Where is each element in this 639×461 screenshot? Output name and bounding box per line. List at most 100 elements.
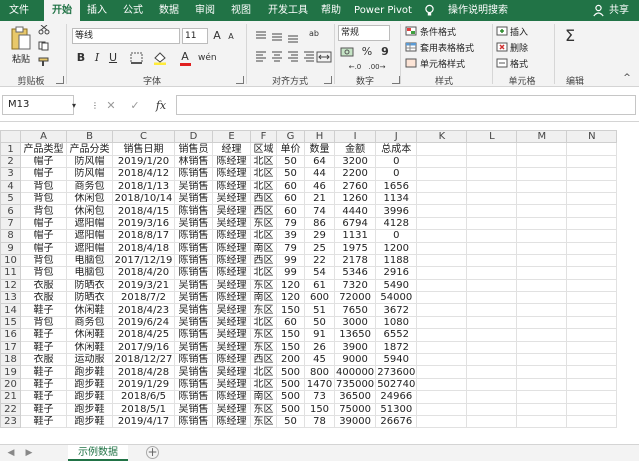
cell[interactable]: 帽子 — [20, 167, 67, 181]
cell[interactable] — [516, 179, 568, 193]
cell[interactable]: 陈销售 — [174, 377, 213, 392]
cell[interactable]: 东区 — [250, 278, 277, 293]
cell[interactable]: 78 — [304, 414, 335, 429]
cell[interactable]: 50 — [304, 315, 335, 330]
cell[interactable]: 产品类型 — [20, 142, 67, 156]
cell[interactable] — [466, 377, 518, 392]
cell[interactable] — [466, 241, 518, 255]
format-cells-button[interactable]: 格式 — [510, 57, 528, 70]
row-header[interactable]: 18 — [0, 353, 21, 367]
insert-function-button[interactable]: fx — [152, 99, 170, 113]
cell[interactable]: 44 — [304, 167, 335, 181]
cell[interactable] — [516, 191, 568, 206]
cell[interactable]: 150 — [276, 303, 305, 317]
number-launcher[interactable] — [392, 76, 400, 84]
tab-home[interactable]: 开始 — [44, 0, 80, 21]
cell[interactable]: 东区 — [250, 303, 277, 317]
cell[interactable] — [516, 402, 568, 417]
cell[interactable]: 29 — [304, 229, 335, 243]
cell[interactable]: 遮阳帽 — [66, 229, 113, 243]
row-header[interactable]: 13 — [0, 291, 21, 305]
cell[interactable]: 2018/1/13 — [112, 179, 175, 193]
cell[interactable] — [466, 328, 518, 342]
cell[interactable]: 鞋子 — [20, 414, 67, 429]
cell[interactable] — [516, 303, 568, 317]
cell[interactable]: 跑步鞋 — [66, 402, 113, 417]
cell[interactable]: 陈销售 — [174, 167, 213, 181]
row-header[interactable]: 14 — [0, 303, 21, 317]
cell[interactable]: 60 — [276, 204, 305, 218]
cell[interactable] — [416, 216, 468, 231]
cell[interactable]: 鞋子 — [20, 365, 67, 379]
cell[interactable]: 72000 — [333, 291, 377, 305]
cell[interactable]: 2017/12/19 — [112, 253, 175, 268]
underline-button[interactable]: U — [106, 51, 120, 65]
column-header[interactable]: N — [566, 130, 618, 144]
cell[interactable]: 陈经理 — [212, 179, 251, 193]
select-all-corner[interactable] — [0, 130, 21, 144]
collapse-ribbon-button[interactable]: ^ — [620, 71, 634, 85]
cell[interactable]: 800 — [304, 365, 335, 379]
cell[interactable] — [516, 266, 568, 280]
cell[interactable]: 2018/8/17 — [112, 229, 175, 243]
cell[interactable]: 6552 — [375, 328, 418, 342]
cell[interactable]: 500 — [276, 402, 305, 417]
cell[interactable] — [416, 142, 468, 156]
column-header[interactable]: E — [212, 130, 251, 144]
cell[interactable]: 4440 — [333, 204, 377, 218]
cell[interactable]: 西区 — [250, 253, 277, 268]
row-header[interactable]: 21 — [0, 390, 21, 404]
row-header[interactable]: 2 — [0, 154, 21, 169]
cell[interactable]: 39 — [276, 229, 305, 243]
cut-icon[interactable] — [38, 25, 50, 35]
clipboard-launcher[interactable] — [56, 76, 64, 84]
font-color-button[interactable]: A — [178, 50, 192, 64]
cell[interactable]: 鞋子 — [20, 340, 67, 355]
cell[interactable] — [416, 179, 468, 193]
name-box[interactable]: M13 — [2, 95, 74, 115]
cell[interactable] — [466, 353, 518, 367]
cell[interactable]: 吴经理 — [212, 328, 251, 342]
cell[interactable]: 2018/6/5 — [112, 390, 175, 404]
row-header[interactable]: 16 — [0, 328, 21, 342]
cell[interactable] — [416, 204, 468, 218]
cell[interactable]: 吴经理 — [212, 216, 251, 231]
borders-icon[interactable] — [130, 52, 144, 64]
cell[interactable] — [466, 229, 518, 243]
cell[interactable]: 2019/3/16 — [112, 216, 175, 231]
cell[interactable]: 吴销售 — [174, 365, 213, 379]
cell[interactable]: 2017/9/16 — [112, 340, 175, 355]
formula-input[interactable] — [176, 95, 636, 115]
cell[interactable]: 0 — [375, 167, 418, 181]
cell[interactable]: 西区 — [250, 204, 277, 218]
cell[interactable] — [416, 365, 468, 379]
column-header[interactable]: B — [66, 130, 113, 144]
cell[interactable]: 24966 — [375, 390, 418, 404]
cell[interactable]: 运动服 — [66, 353, 113, 367]
cell[interactable] — [516, 390, 568, 404]
column-header[interactable]: A — [20, 130, 67, 144]
cell[interactable]: 商务包 — [66, 179, 113, 193]
cell[interactable]: 休闲包 — [66, 204, 113, 218]
cell[interactable] — [566, 229, 618, 243]
cell[interactable] — [466, 204, 518, 218]
row-header[interactable]: 15 — [0, 315, 21, 330]
cell[interactable]: 2019/6/24 — [112, 315, 175, 330]
cell[interactable]: 跑步鞋 — [66, 377, 113, 392]
cell[interactable] — [516, 142, 568, 156]
cell[interactable] — [466, 340, 518, 355]
row-header[interactable]: 9 — [0, 241, 21, 255]
row-header[interactable]: 5 — [0, 191, 21, 206]
italic-button[interactable]: I — [90, 51, 104, 65]
cell[interactable]: 2018/4/12 — [112, 167, 175, 181]
cell[interactable]: 鞋子 — [20, 328, 67, 342]
column-header[interactable]: G — [276, 130, 305, 144]
cell[interactable]: 金额 — [333, 142, 377, 156]
cell[interactable]: 吴销售 — [174, 179, 213, 193]
tab-formulas[interactable]: 公式 — [118, 0, 148, 21]
name-box-dropdown-icon[interactable]: ▾ — [67, 99, 81, 113]
cell[interactable] — [416, 229, 468, 243]
cell[interactable] — [416, 377, 468, 392]
row-header[interactable]: 19 — [0, 365, 21, 379]
cancel-icon[interactable]: ✕ — [104, 99, 118, 113]
